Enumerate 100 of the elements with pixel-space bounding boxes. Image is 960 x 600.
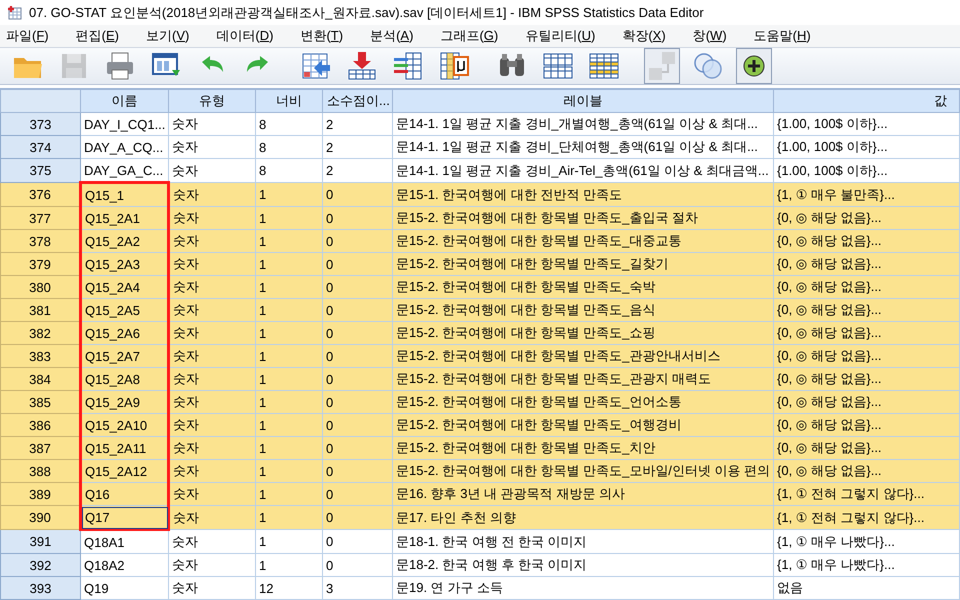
- table-cell: {0, ◎ 해당 없음}...: [774, 298, 960, 322]
- table-cell: 0: [322, 252, 392, 276]
- table-cell: 1: [256, 206, 322, 230]
- row-number[interactable]: 385: [0, 390, 80, 414]
- table-cell: 1: [256, 460, 322, 482]
- table-cell: 문14-1. 1일 평균 지출 경비_단체여행_총액(61일 이상 & 최대...: [392, 136, 774, 158]
- table-cell: 8: [256, 136, 322, 158]
- row-number[interactable]: 375: [0, 158, 80, 182]
- row-number[interactable]: 391: [0, 530, 80, 554]
- table-cell: 문15-2. 한국여행에 대한 항목별 만족도_관광지 매력도: [392, 368, 774, 390]
- table-cell: 0: [322, 554, 392, 576]
- table-cell: 문15-2. 한국여행에 대한 항목별 만족도_대중교통: [392, 230, 774, 252]
- row-number[interactable]: 377: [0, 206, 80, 230]
- menu-item[interactable]: 그래프(G): [436, 27, 498, 46]
- row-number[interactable]: 389: [0, 482, 80, 506]
- table-cell: 0: [322, 482, 392, 506]
- table-cell: {1.00, 100$ 이하}...: [774, 112, 960, 136]
- table-cell: 0: [322, 276, 392, 298]
- row-number[interactable]: 379: [0, 252, 80, 276]
- row-number[interactable]: 390: [0, 506, 80, 530]
- table-cell: 숫자: [168, 206, 256, 230]
- table-cell: 0: [322, 506, 392, 530]
- table-cell: 0: [322, 414, 392, 436]
- table-cell: 1: [256, 182, 322, 206]
- table-cell: 문15-2. 한국여행에 대한 항목별 만족도_관광안내서비스: [392, 344, 774, 368]
- row-number[interactable]: 387: [0, 436, 80, 460]
- row-number[interactable]: 393: [0, 576, 80, 600]
- menu-item[interactable]: 유틸리티(U): [521, 27, 596, 46]
- table-cell: 1: [256, 322, 322, 344]
- table-cell: Q18A2: [80, 554, 168, 576]
- menu-item[interactable]: 파일(F): [2, 27, 49, 46]
- table-cell: 0: [322, 344, 392, 368]
- row-number[interactable]: 373: [0, 112, 80, 136]
- table-cell: 문15-2. 한국여행에 대한 항목별 만족도_길찾기: [392, 252, 774, 276]
- menu-item[interactable]: 도움말(H): [750, 27, 811, 46]
- table-cell: {0, ◎ 해당 없음}...: [774, 206, 960, 230]
- table-cell: 0: [322, 230, 392, 252]
- table-cell: 숫자: [168, 344, 256, 368]
- row-number[interactable]: 383: [0, 344, 80, 368]
- table-cell: 숫자: [168, 436, 256, 460]
- table-cell: {1, ① 매우 나빴다}...: [774, 530, 960, 554]
- table-cell: {1, ① 매우 불만족}...: [774, 182, 960, 206]
- table-cell: 1: [256, 482, 322, 506]
- row-number[interactable]: 381: [0, 298, 80, 322]
- table-cell: 숫자: [168, 112, 256, 136]
- table-cell: {0, ◎ 해당 없음}...: [774, 276, 960, 298]
- row-number[interactable]: 388: [0, 460, 80, 482]
- table-cell: {0, ◎ 해당 없음}...: [774, 368, 960, 390]
- column-header[interactable]: 이름: [80, 90, 168, 112]
- table-cell: 문15-2. 한국여행에 대한 항목별 만족도_모바일/인터넷 이용 편의: [392, 460, 774, 482]
- table-cell: 문15-2. 한국여행에 대한 항목별 만족도_여행경비: [392, 414, 774, 436]
- table-cell: 0: [322, 206, 392, 230]
- table-cell: 문15-2. 한국여행에 대한 항목별 만족도_쇼핑: [392, 322, 774, 344]
- row-number[interactable]: 386: [0, 414, 80, 436]
- column-header[interactable]: 레이블: [392, 90, 774, 112]
- menu-item[interactable]: 편집(E): [72, 27, 119, 46]
- table-cell: Q15_2A6: [80, 322, 168, 344]
- row-number[interactable]: 376: [0, 182, 80, 206]
- table-cell: Q15_1: [80, 182, 168, 206]
- table-cell: 숫자: [168, 554, 256, 576]
- column-header[interactable]: 너비: [256, 90, 322, 112]
- table-cell: 숫자: [168, 322, 256, 344]
- table-cell: Q15_2A3: [80, 252, 168, 276]
- table-cell: Q15_2A12: [80, 460, 168, 482]
- menu-item[interactable]: 확장(X): [618, 27, 666, 46]
- table-cell: Q15_2A1: [80, 206, 168, 230]
- menu-item[interactable]: 보기(V): [142, 27, 190, 46]
- table-cell: Q15_2A8: [80, 368, 168, 390]
- table-cell: {1.00, 100$ 이하}...: [774, 136, 960, 158]
- row-number[interactable]: 380: [0, 276, 80, 298]
- menu-item[interactable]: 변환(T): [296, 27, 344, 46]
- table-cell: {0, ◎ 해당 없음}...: [774, 414, 960, 436]
- table-cell: {0, ◎ 해당 없음}...: [774, 322, 960, 344]
- menu-item[interactable]: 분석(A): [366, 27, 414, 46]
- table-cell: Q15_2A4: [80, 276, 168, 298]
- table-cell: 1: [256, 252, 322, 276]
- table-cell: 숫자: [168, 482, 256, 506]
- row-number[interactable]: 384: [0, 368, 80, 390]
- table-cell: 문15-1. 한국여행에 대한 전반적 만족도: [392, 182, 774, 206]
- table-cell: 1: [256, 506, 322, 530]
- column-header[interactable]: 유형: [168, 90, 256, 112]
- table-cell: 1: [256, 298, 322, 322]
- table-cell: 0: [322, 368, 392, 390]
- table-cell: 0: [322, 298, 392, 322]
- column-header[interactable]: 소수점이...: [322, 90, 392, 112]
- menu-item[interactable]: 데이터(D): [212, 27, 274, 46]
- table-cell: 2: [322, 136, 392, 158]
- table-cell: 숫자: [168, 368, 256, 390]
- table-cell: 문16. 향후 3년 내 관광목적 재방문 의사: [392, 482, 774, 506]
- table-cell: 1: [256, 390, 322, 414]
- row-number[interactable]: 374: [0, 136, 80, 158]
- table-cell: 문18-1. 한국 여행 전 한국 이미지: [392, 530, 774, 554]
- row-number[interactable]: 382: [0, 322, 80, 344]
- menu-item[interactable]: 창(W): [688, 27, 727, 46]
- row-number[interactable]: 392: [0, 554, 80, 576]
- add-icon[interactable]: [736, 48, 772, 84]
- row-number[interactable]: 378: [0, 230, 80, 252]
- column-header[interactable]: 값: [774, 90, 960, 112]
- table-cell: Q15_2A11: [80, 436, 168, 460]
- table-cell: 숫자: [168, 230, 256, 252]
